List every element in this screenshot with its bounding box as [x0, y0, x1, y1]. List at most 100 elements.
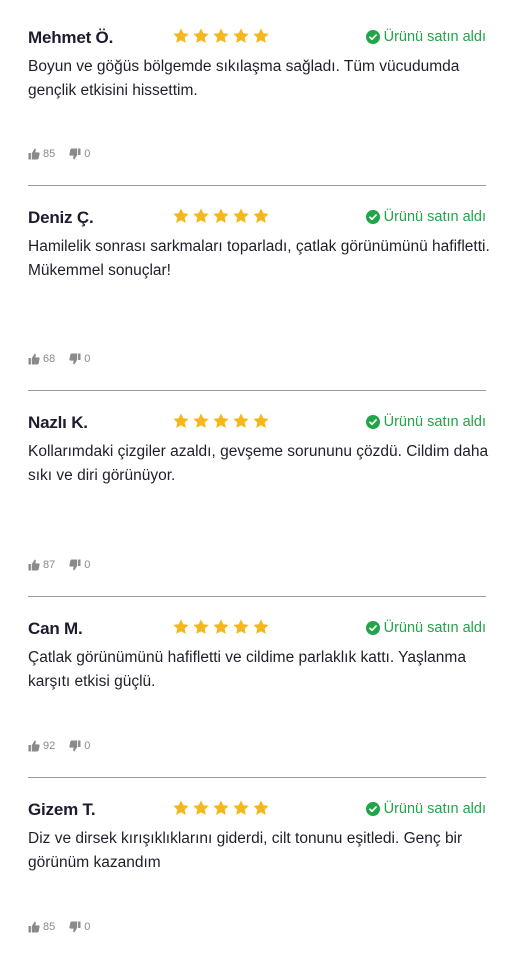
- review-card: Deniz Ç. Ürünü satın aldı Hamilelik sonr…: [28, 204, 490, 365]
- dislike-count: 0: [84, 740, 91, 752]
- review-header: Gizem T. Ürünü satın aldı: [28, 796, 486, 826]
- thumbs-down-icon: [69, 740, 81, 752]
- verified-label: Ürünü satın aldı: [383, 209, 486, 225]
- review-card: Nazlı K. Ürünü satın aldı Kollarımdaki ç…: [28, 409, 488, 571]
- star-icon: [253, 28, 269, 43]
- verified-purchase-badge: Ürünü satın aldı: [365, 620, 486, 636]
- verified-label: Ürünü satın aldı: [383, 414, 486, 430]
- dislike-count: 0: [84, 921, 91, 933]
- star-icon: [233, 208, 249, 223]
- star-rating: [172, 412, 270, 430]
- divider: [28, 390, 486, 391]
- reviewer-name: Mehmet Ö.: [28, 28, 114, 47]
- star-icon: [253, 800, 269, 815]
- dislike-button[interactable]: 0: [69, 921, 90, 933]
- star-icon: [253, 413, 269, 428]
- dislike-button[interactable]: 0: [69, 353, 90, 365]
- thumbs-up-icon: [28, 353, 40, 365]
- star-icon: [213, 800, 229, 815]
- star-icon: [233, 28, 249, 43]
- star-icon: [233, 413, 249, 428]
- star-rating: [172, 799, 270, 817]
- like-button[interactable]: 85: [28, 148, 55, 160]
- review-header: Nazlı K. Ürünü satın aldı: [28, 409, 486, 439]
- check-circle-icon: [365, 415, 380, 429]
- star-icon: [173, 619, 189, 634]
- thumbs-up-icon: [28, 559, 40, 571]
- thumbs-up-icon: [28, 148, 40, 160]
- like-count: 87: [43, 559, 56, 571]
- verified-purchase-badge: Ürünü satın aldı: [365, 209, 486, 225]
- review-header: Deniz Ç. Ürünü satın aldı: [28, 204, 486, 234]
- star-icon: [193, 800, 209, 815]
- reviewer-name: Can M.: [28, 619, 83, 638]
- check-circle-icon: [365, 210, 380, 224]
- star-icon: [253, 208, 269, 223]
- like-button[interactable]: 85: [28, 921, 55, 933]
- like-button[interactable]: 68: [28, 353, 55, 365]
- star-icon: [213, 208, 229, 223]
- star-icon: [193, 28, 209, 43]
- verified-purchase-badge: Ürünü satın aldı: [365, 801, 486, 817]
- verified-purchase-badge: Ürünü satın aldı: [365, 414, 486, 430]
- review-header: Mehmet Ö. Ürünü satın aldı: [28, 24, 486, 54]
- star-icon: [193, 208, 209, 223]
- like-count: 92: [43, 740, 56, 752]
- review-header: Can M. Ürünü satın aldı: [28, 615, 486, 645]
- star-icon: [173, 800, 189, 815]
- check-circle-icon: [365, 621, 380, 635]
- thumbs-down-icon: [69, 559, 81, 571]
- star-icon: [253, 619, 269, 634]
- like-count: 85: [43, 921, 56, 933]
- review-card: Mehmet Ö. Ürünü satın aldı Boyun ve göğü…: [28, 24, 486, 160]
- star-icon: [193, 619, 209, 634]
- thumbs-down-icon: [69, 148, 81, 160]
- reviewer-name: Nazlı K.: [28, 413, 88, 432]
- star-rating: [172, 27, 270, 45]
- divider: [28, 777, 486, 778]
- review-votes: 68 0: [28, 353, 90, 365]
- like-button[interactable]: 92: [28, 740, 55, 752]
- star-icon: [213, 413, 229, 428]
- review-text: Hamilelik sonrası sarkmaları toparladı, …: [28, 238, 490, 279]
- star-rating: [172, 207, 270, 225]
- thumbs-down-icon: [69, 353, 81, 365]
- dislike-count: 0: [84, 559, 91, 571]
- divider: [28, 596, 486, 597]
- review-votes: 92 0: [28, 740, 90, 752]
- dislike-button[interactable]: 0: [69, 740, 90, 752]
- star-icon: [193, 413, 209, 428]
- star-icon: [173, 208, 189, 223]
- review-text: Çatlak görünümünü hafifletti ve cildime …: [28, 649, 466, 690]
- dislike-button[interactable]: 0: [69, 559, 90, 571]
- thumbs-up-icon: [28, 921, 40, 933]
- star-icon: [233, 619, 249, 634]
- verified-label: Ürünü satın aldı: [383, 620, 486, 636]
- check-circle-icon: [365, 802, 380, 816]
- star-icon: [213, 619, 229, 634]
- star-rating: [172, 618, 270, 636]
- review-card: Gizem T. Ürünü satın aldı Diz ve dirsek …: [28, 796, 486, 933]
- like-button[interactable]: 87: [28, 559, 55, 571]
- review-text: Kollarımdaki çizgiler azaldı, gevşeme so…: [28, 443, 489, 484]
- review-card: Can M. Ürünü satın aldı Çatlak görünümün…: [28, 615, 486, 752]
- dislike-button[interactable]: 0: [69, 148, 90, 160]
- star-icon: [213, 28, 229, 43]
- review-text: Boyun ve göğüs bölgemde sıkılaşma sağlad…: [28, 58, 460, 99]
- verified-label: Ürünü satın aldı: [383, 801, 486, 817]
- review-text: Diz ve dirsek kırışıklıklarını giderdi, …: [28, 830, 463, 871]
- reviewer-name: Deniz Ç.: [28, 208, 94, 227]
- review-votes: 85 0: [28, 921, 90, 933]
- verified-label: Ürünü satın aldı: [383, 29, 486, 45]
- divider: [28, 185, 486, 186]
- thumbs-down-icon: [69, 921, 81, 933]
- thumbs-up-icon: [28, 740, 40, 752]
- star-icon: [173, 413, 189, 428]
- review-votes: 85 0: [28, 148, 90, 160]
- like-count: 85: [43, 148, 56, 160]
- dislike-count: 0: [84, 148, 91, 160]
- star-icon: [233, 800, 249, 815]
- dislike-count: 0: [84, 353, 91, 365]
- reviewer-name: Gizem T.: [28, 800, 96, 819]
- like-count: 68: [43, 353, 56, 365]
